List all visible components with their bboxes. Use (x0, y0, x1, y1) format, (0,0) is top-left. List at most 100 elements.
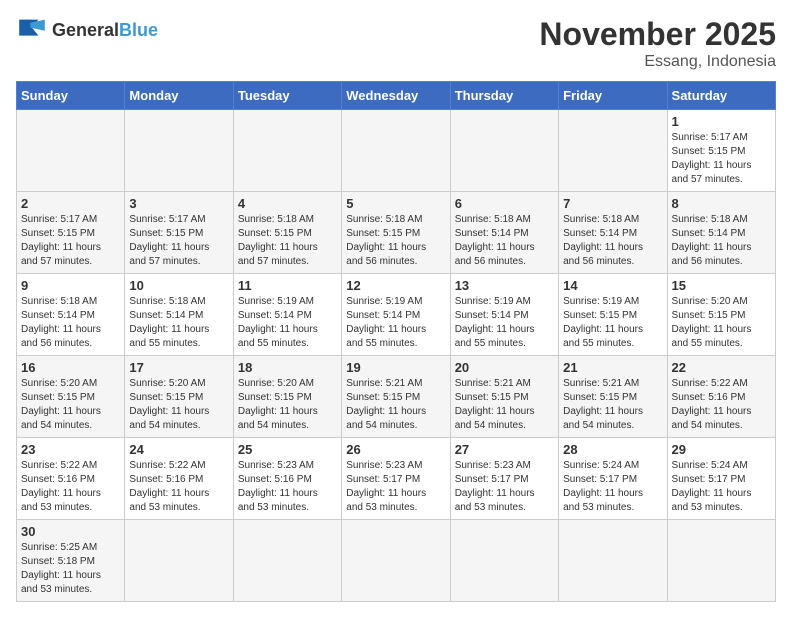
day-number: 18 (238, 360, 337, 375)
day-number: 30 (21, 524, 120, 539)
calendar-cell (125, 520, 233, 602)
day-number: 27 (455, 442, 554, 457)
calendar-table: SundayMondayTuesdayWednesdayThursdayFrid… (16, 81, 776, 602)
calendar-cell (667, 520, 775, 602)
day-info: Sunrise: 5:24 AMSunset: 5:17 PMDaylight:… (563, 459, 662, 515)
day-info: Sunrise: 5:21 AMSunset: 5:15 PMDaylight:… (563, 377, 662, 433)
calendar-cell (450, 110, 558, 192)
day-number: 23 (21, 442, 120, 457)
calendar-cell: 23Sunrise: 5:22 AMSunset: 5:16 PMDayligh… (17, 438, 125, 520)
day-info: Sunrise: 5:22 AMSunset: 5:16 PMDaylight:… (672, 377, 771, 433)
day-info: Sunrise: 5:20 AMSunset: 5:15 PMDaylight:… (672, 295, 771, 351)
logo: GeneralBlue (16, 16, 158, 44)
day-info: Sunrise: 5:17 AMSunset: 5:15 PMDaylight:… (21, 213, 120, 269)
day-info: Sunrise: 5:18 AMSunset: 5:14 PMDaylight:… (563, 213, 662, 269)
day-number: 13 (455, 278, 554, 293)
calendar-cell (450, 520, 558, 602)
calendar-week-row: 23 Sunrise: 5:22 AMSunset: 5:16 PMDayligh… (17, 438, 776, 520)
month-year-title: November 2025 (539, 16, 776, 53)
day-number: 9 (21, 278, 120, 293)
calendar-cell: 17 Sunrise: 5:20 AMSunset: 5:15 PMDayligh… (125, 356, 233, 438)
day-number: 5 (346, 196, 445, 211)
day-info: Sunrise: 5:20 AMSunset: 5:15 PMDaylight:… (129, 377, 228, 433)
day-number: 14 (563, 278, 662, 293)
calendar-week-row: 1 Sunrise: 5:17 AMSunset: 5:15 PMDaylight… (17, 110, 776, 192)
day-info: Sunrise: 5:18 AMSunset: 5:15 PMDaylight:… (346, 213, 445, 269)
day-info: Sunrise: 5:23 AMSunset: 5:16 PMDaylight:… (238, 459, 337, 515)
calendar-cell: 25 Sunrise: 5:23 AMSunset: 5:16 PMDayligh… (233, 438, 341, 520)
calendar-cell (342, 520, 450, 602)
page-header: GeneralBlue November 2025 Essang, Indone… (16, 16, 776, 71)
day-number: 25 (238, 442, 337, 457)
day-number: 19 (346, 360, 445, 375)
calendar-cell: 26Sunrise: 5:23 AMSunset: 5:17 PMDayligh… (342, 438, 450, 520)
day-number: 12 (346, 278, 445, 293)
day-info: Sunrise: 5:23 AMSunset: 5:17 PMDaylight:… (346, 459, 445, 515)
day-info: Sunrise: 5:23 AMSunset: 5:17 PMDaylight:… (455, 459, 554, 515)
day-info: Sunrise: 5:19 AMSunset: 5:14 PMDaylight:… (238, 295, 337, 351)
day-number: 2 (21, 196, 120, 211)
day-info: Sunrise: 5:18 AMSunset: 5:14 PMDaylight:… (455, 213, 554, 269)
day-info: Sunrise: 5:18 AMSunset: 5:14 PMDaylight:… (129, 295, 228, 351)
calendar-cell: 11 Sunrise: 5:19 AMSunset: 5:14 PMDayligh… (233, 274, 341, 356)
calendar-cell: 14 Sunrise: 5:19 AMSunset: 5:15 PMDayligh… (559, 274, 667, 356)
calendar-cell: 10 Sunrise: 5:18 AMSunset: 5:14 PMDayligh… (125, 274, 233, 356)
calendar-cell: 1 Sunrise: 5:17 AMSunset: 5:15 PMDaylight… (667, 110, 775, 192)
day-info: Sunrise: 5:19 AMSunset: 5:15 PMDaylight:… (563, 295, 662, 351)
calendar-cell (125, 110, 233, 192)
calendar-cell: 6Sunrise: 5:18 AMSunset: 5:14 PMDaylight… (450, 192, 558, 274)
calendar-cell: 7 Sunrise: 5:18 AMSunset: 5:14 PMDaylight… (559, 192, 667, 274)
calendar-cell: 5 Sunrise: 5:18 AMSunset: 5:15 PMDaylight… (342, 192, 450, 274)
day-number: 10 (129, 278, 228, 293)
day-number: 24 (129, 442, 228, 457)
calendar-cell: 2 Sunrise: 5:17 AMSunset: 5:15 PMDaylight… (17, 192, 125, 274)
calendar-cell: 29Sunrise: 5:24 AMSunset: 5:17 PMDayligh… (667, 438, 775, 520)
day-info: Sunrise: 5:20 AMSunset: 5:15 PMDaylight:… (21, 377, 120, 433)
calendar-cell (342, 110, 450, 192)
day-number: 22 (672, 360, 771, 375)
day-number: 1 (672, 114, 771, 129)
day-info: Sunrise: 5:22 AMSunset: 5:16 PMDaylight:… (129, 459, 228, 515)
day-info: Sunrise: 5:25 AMSunset: 5:18 PMDaylight:… (21, 541, 120, 597)
calendar-cell: 20 Sunrise: 5:21 AMSunset: 5:15 PMDayligh… (450, 356, 558, 438)
day-info: Sunrise: 5:21 AMSunset: 5:15 PMDaylight:… (455, 377, 554, 433)
day-info: Sunrise: 5:18 AMSunset: 5:14 PMDaylight:… (672, 213, 771, 269)
day-number: 11 (238, 278, 337, 293)
day-number: 28 (563, 442, 662, 457)
day-info: Sunrise: 5:20 AMSunset: 5:15 PMDaylight:… (238, 377, 337, 433)
day-info: Sunrise: 5:18 AMSunset: 5:14 PMDaylight:… (21, 295, 120, 351)
calendar-cell (17, 110, 125, 192)
logo-icon (16, 16, 48, 44)
weekday-header-sunday: Sunday (17, 82, 125, 110)
calendar-week-row: 2 Sunrise: 5:17 AMSunset: 5:15 PMDaylight… (17, 192, 776, 274)
day-info: Sunrise: 5:19 AMSunset: 5:14 PMDaylight:… (455, 295, 554, 351)
day-number: 20 (455, 360, 554, 375)
calendar-week-row: 16 Sunrise: 5:20 AMSunset: 5:15 PMDayligh… (17, 356, 776, 438)
weekday-header-tuesday: Tuesday (233, 82, 341, 110)
day-number: 29 (672, 442, 771, 457)
calendar-cell (559, 110, 667, 192)
weekday-header-row: SundayMondayTuesdayWednesdayThursdayFrid… (17, 82, 776, 110)
day-number: 17 (129, 360, 228, 375)
calendar-cell: 9 Sunrise: 5:18 AMSunset: 5:14 PMDaylight… (17, 274, 125, 356)
calendar-cell: 22 Sunrise: 5:22 AMSunset: 5:16 PMDayligh… (667, 356, 775, 438)
calendar-cell: 27 Sunrise: 5:23 AMSunset: 5:17 PMDayligh… (450, 438, 558, 520)
calendar-cell: 8Sunrise: 5:18 AMSunset: 5:14 PMDaylight… (667, 192, 775, 274)
calendar-cell: 18 Sunrise: 5:20 AMSunset: 5:15 PMDayligh… (233, 356, 341, 438)
calendar-cell: 30 Sunrise: 5:25 AMSunset: 5:18 PMDayligh… (17, 520, 125, 602)
calendar-cell (233, 110, 341, 192)
calendar-cell: 24 Sunrise: 5:22 AMSunset: 5:16 PMDayligh… (125, 438, 233, 520)
location-subtitle: Essang, Indonesia (539, 53, 776, 71)
day-number: 7 (563, 196, 662, 211)
day-info: Sunrise: 5:21 AMSunset: 5:15 PMDaylight:… (346, 377, 445, 433)
day-number: 16 (21, 360, 120, 375)
day-info: Sunrise: 5:19 AMSunset: 5:14 PMDaylight:… (346, 295, 445, 351)
weekday-header-wednesday: Wednesday (342, 82, 450, 110)
day-number: 3 (129, 196, 228, 211)
day-info: Sunrise: 5:17 AMSunset: 5:15 PMDaylight:… (672, 131, 771, 187)
day-info: Sunrise: 5:18 AMSunset: 5:15 PMDaylight:… (238, 213, 337, 269)
day-number: 15 (672, 278, 771, 293)
calendar-cell (233, 520, 341, 602)
calendar-cell: 4Sunrise: 5:18 AMSunset: 5:15 PMDaylight… (233, 192, 341, 274)
day-number: 21 (563, 360, 662, 375)
